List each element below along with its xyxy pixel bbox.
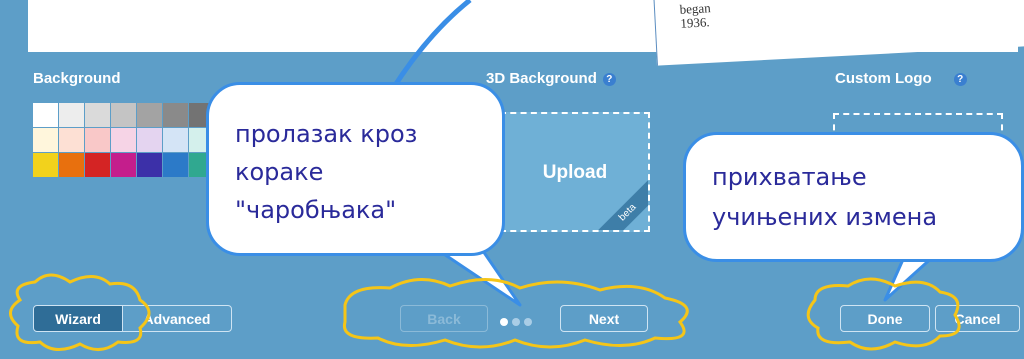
- annotation-done-line-2: учињених измена: [712, 203, 938, 231]
- highlight-wizard: [9, 273, 151, 351]
- highlight-navigation: [342, 277, 689, 349]
- highlight-done: [806, 277, 961, 351]
- annotation-wizard-line-2: кораке: [235, 158, 324, 186]
- annotation-wizard-line-3: "чаробњака": [235, 196, 397, 224]
- annotation-wizard-line-1: пролазак кроз: [235, 120, 418, 148]
- annotation-done-line-1: прихватање: [712, 163, 867, 191]
- annotation-bubble-done: прихватање учињених измена: [683, 132, 1024, 262]
- annotation-bubble-wizard: пролазак кроз кораке "чаробњака": [206, 82, 505, 256]
